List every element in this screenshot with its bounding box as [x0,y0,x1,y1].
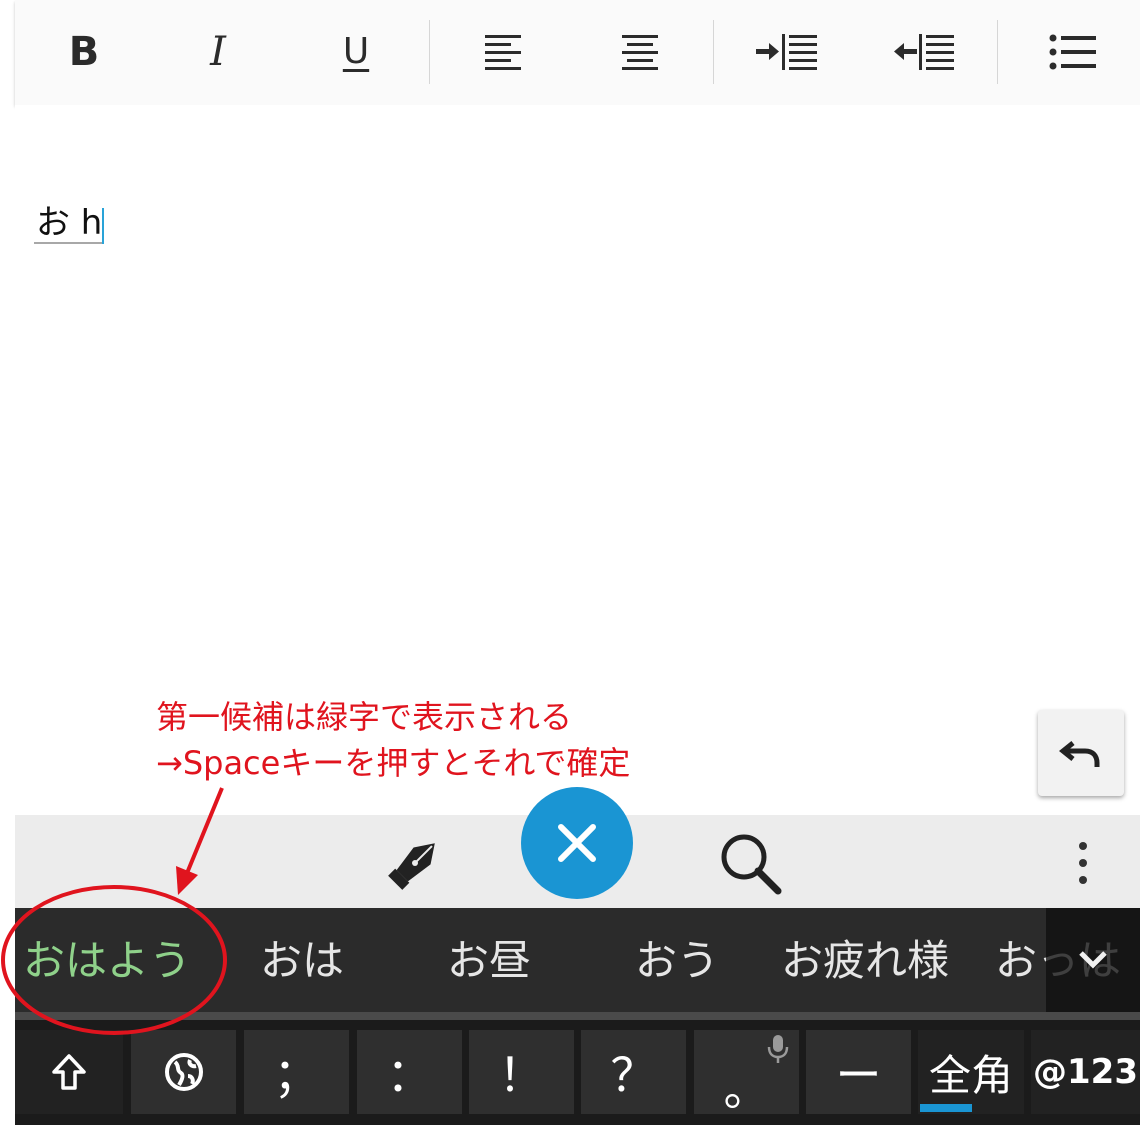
more-options-button[interactable] [1063,835,1103,891]
composing-text: お h [34,203,105,244]
undo-button[interactable] [1038,710,1124,796]
pen-icon [388,842,435,890]
search-button[interactable] [710,825,790,900]
full-width-key[interactable]: 全角 [918,1030,1024,1114]
period-key[interactable]: 。 [694,1030,799,1116]
undo-icon [1059,741,1100,767]
candidate-3[interactable]: お昼 [447,908,531,1012]
bold-icon: B [68,29,100,75]
underline-button[interactable]: U [324,20,388,84]
exclamation-key[interactable]: ！ [469,1030,574,1114]
align-center-icon [622,35,658,70]
annotation-line-1: 第一候補は緑字で表示される [156,698,573,736]
align-left-icon [485,35,521,70]
annotation-line-2: →Spaceキーを押すとそれで確定 [156,744,631,782]
outdent-button[interactable] [892,20,956,84]
handwriting-button[interactable] [375,825,455,900]
full-width-active-indicator [920,1104,972,1112]
close-icon [558,824,596,862]
indent-icon [756,34,817,70]
italic-button[interactable]: I [186,20,250,84]
toolbar-separator [997,20,998,84]
candidate-5[interactable]: お疲れ様 [781,908,949,1012]
question-key-label: ？ [610,1048,657,1102]
long-vowel-key-label: ー [835,1048,882,1102]
microphone-icon [767,1035,789,1063]
more-vertical-icon [1079,842,1087,884]
toolbar-separator [713,20,714,84]
bulleted-list-button[interactable] [1041,20,1105,84]
close-keyboard-button[interactable] [521,787,633,899]
indent-button[interactable] [755,20,819,84]
colon-key[interactable]: ： [357,1030,462,1114]
bold-button[interactable]: B [52,20,116,84]
text-caret [102,208,104,244]
globe-icon [164,1053,203,1091]
bulleted-list-icon [1049,34,1096,70]
underline-icon: U [342,31,370,72]
search-icon [721,834,782,894]
italic-icon: I [210,29,226,75]
candidate-bar: おはよう おは お昼 おう お疲れ様 おっは [15,908,1140,1012]
symbols-key[interactable]: @123 [1031,1030,1140,1114]
candidate-1[interactable]: おはよう [23,908,191,1012]
shift-key[interactable] [15,1030,123,1114]
align-center-button[interactable] [608,20,672,84]
chevron-down-icon [1079,951,1107,969]
outdent-icon [894,34,954,70]
symbols-key-label: @123 [1033,1052,1138,1092]
expand-candidates-button[interactable] [1046,908,1140,1012]
full-width-key-label: 全角 [928,1050,1013,1100]
align-left-button[interactable] [471,20,535,84]
candidate-divider [15,1012,1140,1020]
formatting-toolbar: B I U [15,0,1140,105]
toolbar-separator [429,20,430,84]
exclamation-key-label: ！ [498,1048,545,1102]
candidate-2[interactable]: おは [260,908,344,1012]
candidate-4[interactable]: おう [635,908,719,1012]
language-key[interactable] [131,1030,236,1114]
period-key-label: 。 [723,1062,770,1116]
semicolon-key[interactable]: ； [244,1030,349,1114]
question-key[interactable]: ？ [581,1030,686,1114]
semicolon-key-label: ； [273,1048,320,1102]
colon-key-label: ： [386,1048,433,1102]
long-vowel-key[interactable]: ー [806,1030,911,1114]
shift-icon [52,1054,86,1090]
